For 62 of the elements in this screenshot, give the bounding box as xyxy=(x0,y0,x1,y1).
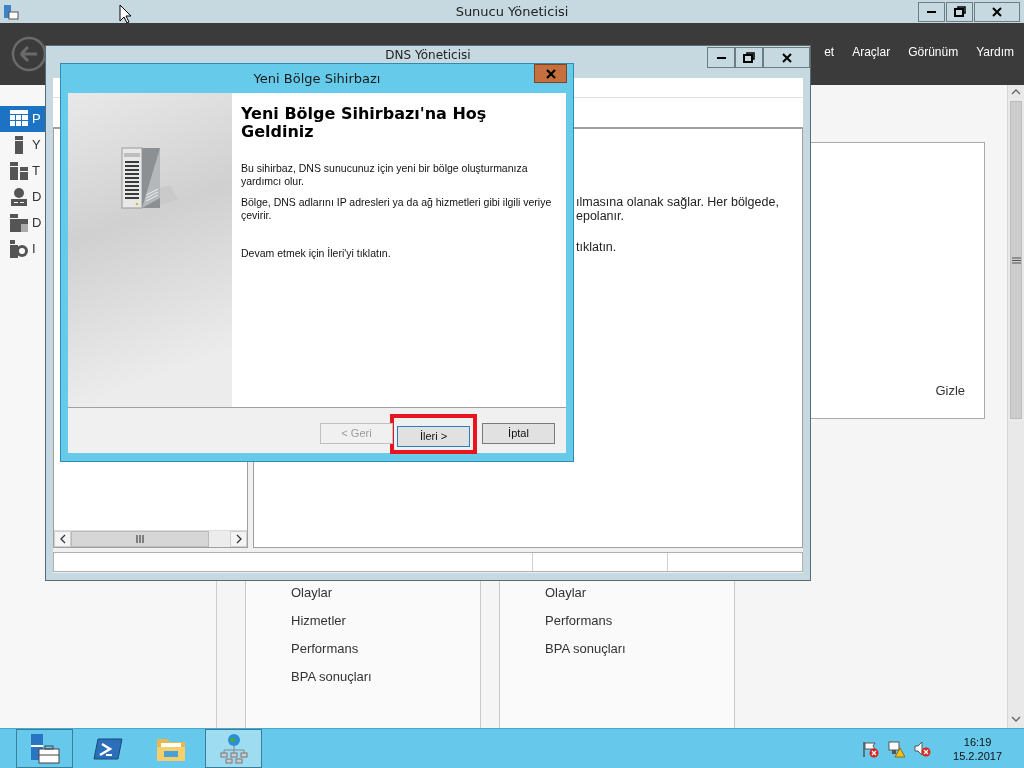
grip-icon xyxy=(1011,255,1021,265)
wizard-heading: Yeni Bölge Sihirbazı'na Hoş Geldiniz xyxy=(241,105,488,141)
maximize-button[interactable] xyxy=(735,47,763,68)
app-icon xyxy=(3,3,19,20)
menu-item[interactable]: Görünüm xyxy=(908,43,959,61)
chevron-right-icon xyxy=(234,534,243,544)
dialog-title: Yeni Bölge Sihirbazı xyxy=(253,70,381,88)
wizard-text: Bölge, DNS adlarını IP adresleri ya da ağ hizmetleri gibi ilgili veriye çevirir. xyxy=(241,196,552,222)
scroll-thumb[interactable] xyxy=(71,531,209,547)
flag-error-icon[interactable] xyxy=(861,739,880,758)
wizard-button[interactable]: İleri > xyxy=(397,425,470,447)
sidebar-icon xyxy=(10,188,28,206)
tile-link[interactable]: BPA sonuçları xyxy=(545,640,626,658)
scroll-left-button[interactable] xyxy=(54,531,71,547)
clock-date: 15.2.2017 xyxy=(953,748,1002,763)
sidebar-icon xyxy=(10,110,28,128)
description-text: ılmasına olanak sağlar. Her bölgede, xyxy=(576,195,779,209)
minimize-button[interactable] xyxy=(707,47,735,68)
grip-icon xyxy=(136,535,144,543)
tile-link[interactable]: Olaylar xyxy=(291,584,333,602)
close-button[interactable] xyxy=(763,47,810,68)
cursor-icon xyxy=(119,4,132,24)
scroll-right-button[interactable] xyxy=(230,531,247,547)
server-manager-icon xyxy=(28,732,61,765)
menu-item[interactable]: Araçlar xyxy=(852,43,891,61)
back-icon[interactable] xyxy=(11,36,47,72)
scroll-thumb[interactable] xyxy=(1010,101,1022,419)
close-icon xyxy=(544,68,557,79)
chevron-left-icon xyxy=(58,534,67,544)
maximize-icon xyxy=(951,3,968,20)
tile-link[interactable]: BPA sonuçları xyxy=(291,668,372,686)
minimize-icon xyxy=(716,56,726,59)
wizard-text: Devam etmek için İleri'yi tıklatın. xyxy=(241,247,391,260)
menu-item[interactable]: Yardım xyxy=(976,43,1014,61)
close-button[interactable] xyxy=(534,64,567,83)
wizard-button[interactable]: İptal xyxy=(482,423,555,444)
minimize-button[interactable] xyxy=(918,1,945,22)
maximize-button[interactable] xyxy=(946,1,973,22)
taskbar-button[interactable] xyxy=(205,729,262,768)
speaker-muted-icon[interactable] xyxy=(913,739,932,758)
maximize-icon xyxy=(741,49,757,66)
sidebar-icon xyxy=(10,162,28,180)
description-text: epolanır. xyxy=(576,209,624,223)
minimize-icon xyxy=(927,10,936,13)
hide-link[interactable]: Gizle xyxy=(935,380,965,400)
close-button[interactable] xyxy=(974,1,1020,22)
wizard-text: Bu sihirbaz, DNS sunucunuz için yeni bir bölge oluşturmanıza yardımcı olur. xyxy=(241,162,529,188)
clock-time: 16:19 xyxy=(963,734,992,749)
description-text: tıklatın. xyxy=(576,240,617,254)
clock[interactable]: 16:19 15.2.2017 xyxy=(953,734,1002,763)
taskbar-button[interactable] xyxy=(16,729,73,768)
tile-link[interactable]: Performans xyxy=(545,612,613,630)
network-icon xyxy=(217,732,250,765)
window-title: DNS Yöneticisi xyxy=(385,48,471,62)
sidebar-icon xyxy=(10,214,28,232)
menu-item[interactable]: et xyxy=(824,43,835,61)
window-title: Sunucu Yöneticisi xyxy=(455,3,569,21)
tile-link[interactable]: Performans xyxy=(291,640,359,658)
tile-link[interactable]: Olaylar xyxy=(545,584,587,602)
tile-link[interactable]: Hizmetler xyxy=(291,612,346,630)
network-warning-icon[interactable] xyxy=(887,739,906,758)
sidebar-icon xyxy=(10,240,28,258)
